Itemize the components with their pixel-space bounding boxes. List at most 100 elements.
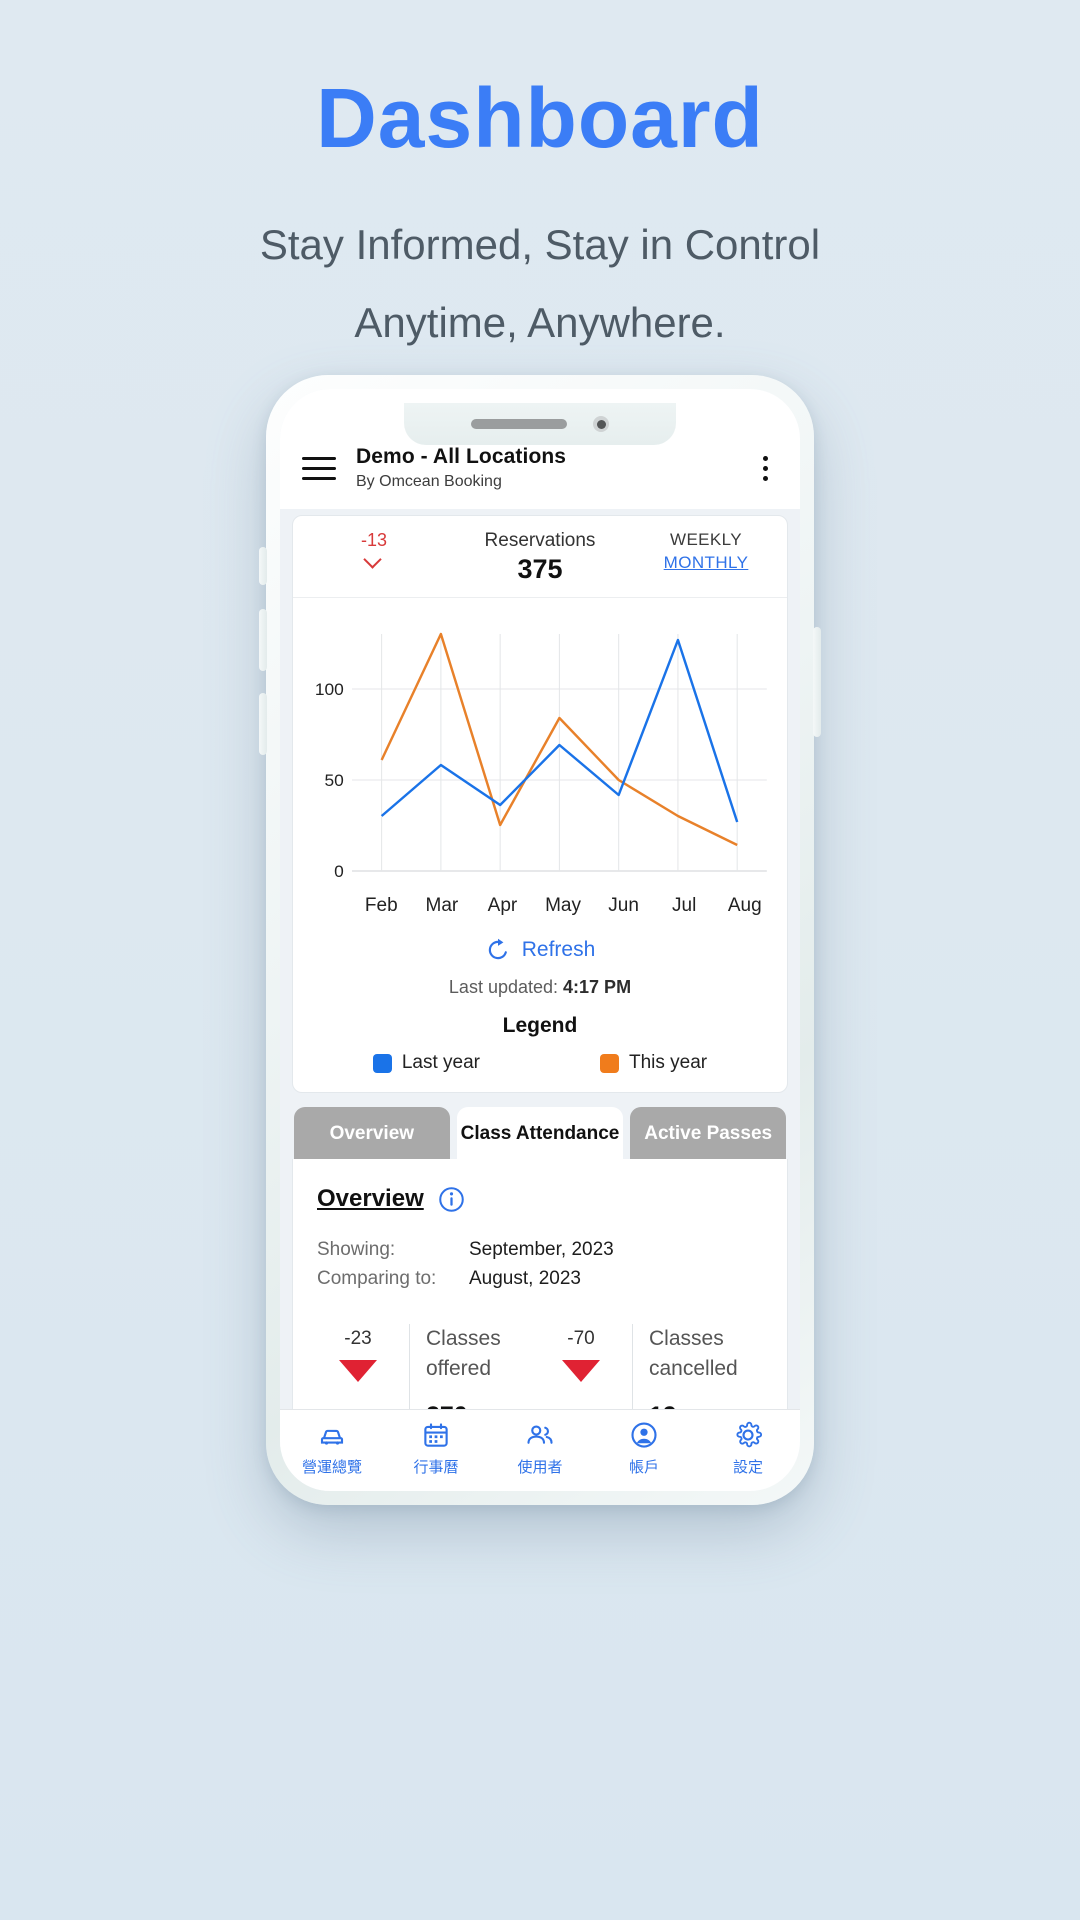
legend-item: This year — [600, 1052, 707, 1074]
account-circle-icon — [631, 1422, 657, 1448]
car-icon — [320, 1429, 344, 1445]
x-label: Jun — [608, 895, 639, 916]
legend-label: This year — [629, 1052, 708, 1073]
kpi-classes-cancelled: -70 Classes cancelled 19 — [540, 1324, 763, 1409]
svg-text:0: 0 — [334, 861, 344, 881]
calendar-icon — [424, 1423, 448, 1447]
reservations-summary-row: -13 Reservations 375 WEEKLY MONTHLY — [293, 516, 787, 598]
reservations-card: -13 Reservations 375 WEEKLY MONTHLY 100 … — [292, 515, 788, 1093]
showing-row: Showing: September, 2023 — [317, 1239, 763, 1261]
overview-title: Overview — [317, 1185, 424, 1212]
users-icon — [527, 1425, 553, 1444]
x-label: Mar — [425, 895, 459, 916]
app-bar: Demo - All Locations By Omcean Booking — [280, 435, 800, 509]
refresh-button[interactable]: Refresh — [293, 923, 787, 965]
phone-power-button — [813, 627, 821, 737]
overview-panel-header: Overview — [317, 1185, 763, 1213]
reservations-label: Reservations — [484, 530, 596, 551]
promo-subtitle-line-1: Stay Informed, Stay in Control — [259, 221, 821, 268]
bottom-navigation-bar: 營運總覽 行事曆 使用者 帳戶 設定 — [280, 1409, 800, 1491]
range-option-monthly[interactable]: MONTHLY — [631, 553, 781, 573]
refresh-label: Refresh — [521, 938, 596, 961]
reservations-value: 375 — [517, 554, 563, 584]
chart-x-axis-labels: Feb Mar Apr May Jun Jul Aug — [305, 891, 775, 917]
refresh-icon — [488, 938, 507, 960]
chevron-down-icon — [364, 553, 384, 564]
comparing-row: Comparing to: August, 2023 — [317, 1268, 763, 1290]
kebab-menu-icon[interactable] — [752, 455, 778, 481]
legend-title: Legend — [502, 1014, 578, 1037]
app-bar-subtitle: By Omcean Booking — [356, 473, 502, 490]
info-circle-icon[interactable] — [438, 1186, 465, 1213]
chart-legend: Last year This year — [293, 1038, 787, 1092]
overview-meta: Showing: September, 2023 Comparing to: A… — [317, 1239, 763, 1290]
gear-icon — [736, 1421, 763, 1448]
front-camera-icon — [593, 416, 609, 432]
nav-item-calendar[interactable]: 行事曆 — [384, 1420, 488, 1477]
nav-item-settings[interactable]: 設定 — [696, 1420, 800, 1477]
nav-label: 營運總覽 — [301, 1459, 362, 1476]
line-chart-svg: 100 50 0 — [315, 632, 767, 881]
legend-item: Last year — [372, 1052, 480, 1074]
comparing-label: Comparing to: — [317, 1268, 437, 1289]
nav-label: 設定 — [732, 1459, 763, 1476]
kpi-classes-offered: -23 Classes offered 270 — [317, 1324, 540, 1409]
range-option-weekly[interactable]: WEEKLY — [631, 530, 781, 550]
dashboard-scroll-area[interactable]: -13 Reservations 375 WEEKLY MONTHLY 100 … — [280, 509, 800, 1409]
phone-volume-up-button — [259, 609, 267, 671]
hamburger-menu-icon[interactable] — [302, 456, 336, 480]
legend-swatch-last-year — [372, 1053, 392, 1073]
comparing-value: August, 2023 — [469, 1268, 581, 1289]
kpi-delta: -23 — [344, 1328, 372, 1349]
last-updated-label: Last updated: — [448, 977, 559, 997]
svg-text:50: 50 — [325, 770, 344, 790]
phone-volume-down-button — [259, 693, 267, 755]
kpi-row: -23 Classes offered 270 -70 — [317, 1324, 763, 1409]
showing-label: Showing: — [317, 1239, 396, 1260]
showing-value: September, 2023 — [469, 1239, 614, 1260]
reservations-metric: Reservations 375 — [449, 530, 631, 585]
overview-panel: Overview Showing: September, 2023 Compar… — [292, 1159, 788, 1409]
x-label: Apr — [487, 895, 518, 916]
svg-text:100: 100 — [315, 679, 344, 699]
kpi-delta: -70 — [567, 1328, 595, 1349]
tab-overview[interactable]: Overview — [294, 1107, 450, 1159]
x-label: Aug — [727, 895, 762, 916]
promo-header: Dashboard Stay Informed, Stay in Control… — [0, 0, 1080, 361]
nav-item-operations[interactable]: 營運總覽 — [280, 1420, 384, 1477]
legend-label: Last year — [401, 1052, 480, 1073]
phone-screen: Demo - All Locations By Omcean Booking -… — [280, 389, 800, 1491]
page-title: Dashboard — [316, 71, 764, 165]
phone-silent-switch — [259, 547, 267, 585]
nav-item-users[interactable]: 使用者 — [488, 1420, 592, 1477]
triangle-down-icon — [339, 1360, 377, 1382]
nav-label: 行事曆 — [413, 1459, 459, 1476]
nav-label: 帳戶 — [628, 1459, 659, 1476]
phone-mockup: Demo - All Locations By Omcean Booking -… — [259, 375, 821, 1505]
triangle-down-icon — [562, 1360, 600, 1382]
x-label: Feb — [364, 895, 398, 916]
reservations-chart: 100 50 0 Feb Mar Apr May Jun Jul Aug — [293, 598, 787, 923]
x-label: Jul — [672, 895, 697, 916]
reservations-delta-value: -13 — [360, 530, 387, 550]
nav-label: 使用者 — [517, 1459, 563, 1476]
legend-swatch-this-year — [600, 1053, 619, 1073]
reservations-delta: -13 — [299, 530, 449, 564]
app-root: Demo - All Locations By Omcean Booking -… — [280, 389, 800, 1491]
last-updated: Last updated: 4:17 PM — [293, 965, 787, 998]
tab-class-attendance[interactable]: Class Attendance — [456, 1107, 624, 1159]
app-bar-title: Demo - All Locations — [356, 445, 567, 468]
kpi-value: 270 — [426, 1402, 536, 1409]
x-label: May — [545, 895, 581, 916]
tab-bar: Overview Class Attendance Active Passes — [292, 1107, 788, 1159]
kpi-label: Classes offered — [426, 1327, 501, 1380]
earpiece-speaker-icon — [471, 419, 567, 429]
tab-active-passes[interactable]: Active Passes — [630, 1107, 786, 1159]
last-updated-value: 4:17 PM — [563, 977, 632, 997]
phone-notch — [404, 403, 676, 445]
range-toggle[interactable]: WEEKLY MONTHLY — [631, 530, 781, 573]
promo-subtitle-line-2: Anytime, Anywhere. — [354, 298, 726, 346]
nav-item-account[interactable]: 帳戶 — [592, 1420, 696, 1477]
kpi-label: Classes cancelled — [649, 1327, 738, 1380]
kpi-value: 19 — [649, 1402, 759, 1409]
